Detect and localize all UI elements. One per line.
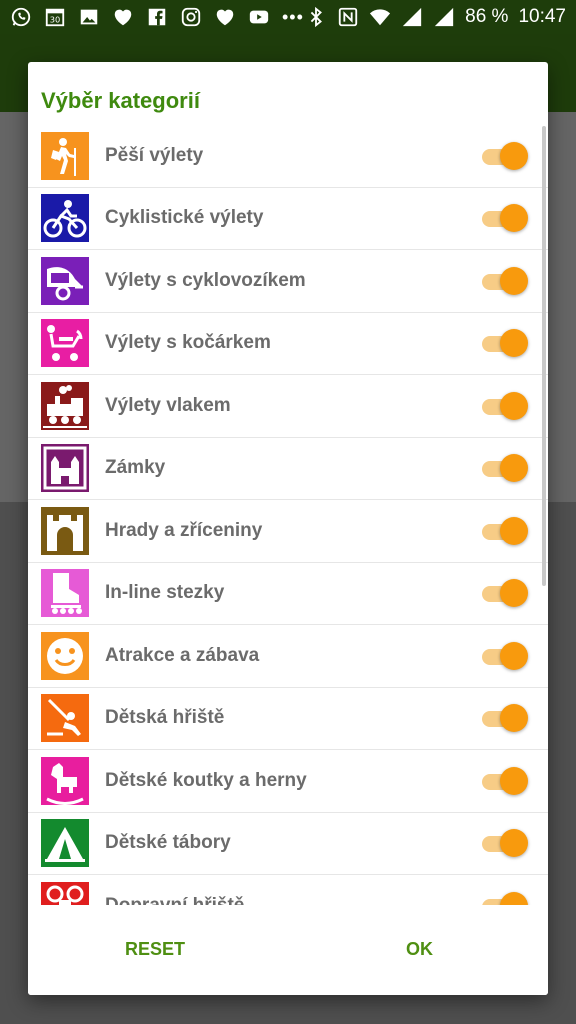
category-label: Dětské koutky a herny — [105, 769, 307, 791]
toggle-thumb — [500, 204, 528, 233]
category-row[interactable]: Výlety s cyklovozíkem — [28, 250, 548, 313]
wifi-icon — [369, 6, 391, 28]
toggle-thumb — [500, 516, 528, 545]
category-label: Dětské tábory — [105, 832, 231, 854]
youtube-icon — [248, 6, 270, 28]
ok-button[interactable]: OK — [406, 939, 433, 960]
signal-icon — [433, 6, 455, 28]
category-label: Zámky — [105, 457, 166, 479]
more-dots-icon: ••• — [282, 6, 304, 27]
category-label: Výlety vlakem — [105, 394, 231, 416]
heart-icon — [214, 6, 236, 28]
chateau-icon — [41, 444, 89, 493]
whatsapp-icon — [10, 6, 32, 28]
cyclist-icon — [41, 194, 89, 243]
category-dialog: Výběr kategorií Pěší výlety Cyklistické v… — [28, 62, 548, 995]
category-row[interactable]: Zámky — [28, 438, 548, 500]
tent-icon — [41, 819, 89, 868]
category-row[interactable]: Dětská hřiště — [28, 688, 548, 750]
category-list[interactable]: Pěší výlety Cyklistické výlety Výlety s cy… — [28, 125, 548, 968]
category-label: In-line stezky — [105, 582, 225, 604]
clock: 10:47 — [518, 6, 566, 27]
hiker-icon — [41, 131, 89, 180]
category-row[interactable]: Výlety s kočárkem — [28, 313, 548, 375]
calendar-30-icon: 30 — [44, 6, 66, 28]
toggle-thumb — [500, 266, 528, 295]
rocking-horse-icon — [41, 756, 89, 805]
swing-icon — [41, 694, 89, 743]
toggle-thumb — [500, 579, 528, 608]
stroller-icon — [41, 319, 89, 368]
signal-icon — [401, 6, 423, 28]
notification-icons: 30 ••• — [10, 6, 304, 28]
facebook-icon — [146, 6, 168, 28]
toggle-thumb — [500, 766, 528, 795]
category-label: Atrakce a zábava — [105, 644, 260, 666]
reset-button[interactable]: RESET — [125, 939, 185, 960]
category-toggle[interactable] — [482, 453, 528, 483]
steam-train-icon — [41, 381, 89, 430]
category-row[interactable]: Výlety vlakem — [28, 375, 548, 438]
category-toggle[interactable] — [482, 516, 528, 546]
castle-icon — [41, 506, 89, 555]
category-toggle[interactable] — [482, 203, 528, 233]
category-toggle[interactable] — [482, 766, 528, 796]
instagram-icon — [180, 6, 202, 28]
category-row[interactable]: Pěší výlety — [28, 125, 548, 188]
toggle-thumb — [500, 829, 528, 858]
category-label: Pěší výlety — [105, 144, 204, 166]
category-row[interactable]: Atrakce a zábava — [28, 625, 548, 688]
battery-percent: 86 % — [465, 6, 509, 27]
category-toggle[interactable] — [482, 391, 528, 421]
category-toggle[interactable] — [482, 641, 528, 671]
toggle-thumb — [500, 329, 528, 358]
category-toggle[interactable] — [482, 578, 528, 608]
nfc-icon — [337, 6, 359, 28]
category-toggle[interactable] — [482, 141, 528, 171]
dialog-actions: RESET OK — [28, 905, 548, 995]
category-row[interactable]: Hrady a zříceniny — [28, 500, 548, 563]
category-toggle[interactable] — [482, 328, 528, 358]
toggle-thumb — [500, 704, 528, 733]
scrollbar[interactable] — [542, 126, 546, 586]
category-row[interactable]: In-line stezky — [28, 563, 548, 625]
status-bar: 30 ••• 86 % 10:47 — [0, 0, 576, 34]
category-label: Dětská hřiště — [105, 707, 225, 729]
smiley-icon — [41, 631, 89, 680]
toggle-thumb — [500, 141, 528, 170]
toggle-thumb — [500, 641, 528, 670]
category-label: Výlety s kočárkem — [105, 332, 271, 354]
category-row[interactable]: Dětské tábory — [28, 813, 548, 875]
bluetooth-icon — [305, 6, 327, 28]
bike-trailer-icon — [41, 256, 89, 305]
category-label: Cyklistické výlety — [105, 207, 264, 229]
category-row[interactable]: Cyklistické výlety — [28, 188, 548, 250]
category-toggle[interactable] — [482, 828, 528, 858]
toggle-thumb — [500, 454, 528, 483]
heart-icon — [112, 6, 134, 28]
category-label: Výlety s cyklovozíkem — [105, 269, 306, 291]
category-row[interactable]: Dětské koutky a herny — [28, 750, 548, 813]
image-icon — [78, 6, 100, 28]
inline-skate-icon — [41, 569, 89, 618]
category-toggle[interactable] — [482, 266, 528, 296]
dialog-title: Výběr kategorií — [41, 88, 200, 113]
toggle-thumb — [500, 391, 528, 420]
svg-text:30: 30 — [50, 15, 61, 25]
category-label: Hrady a zříceniny — [105, 519, 263, 541]
category-toggle[interactable] — [482, 703, 528, 733]
